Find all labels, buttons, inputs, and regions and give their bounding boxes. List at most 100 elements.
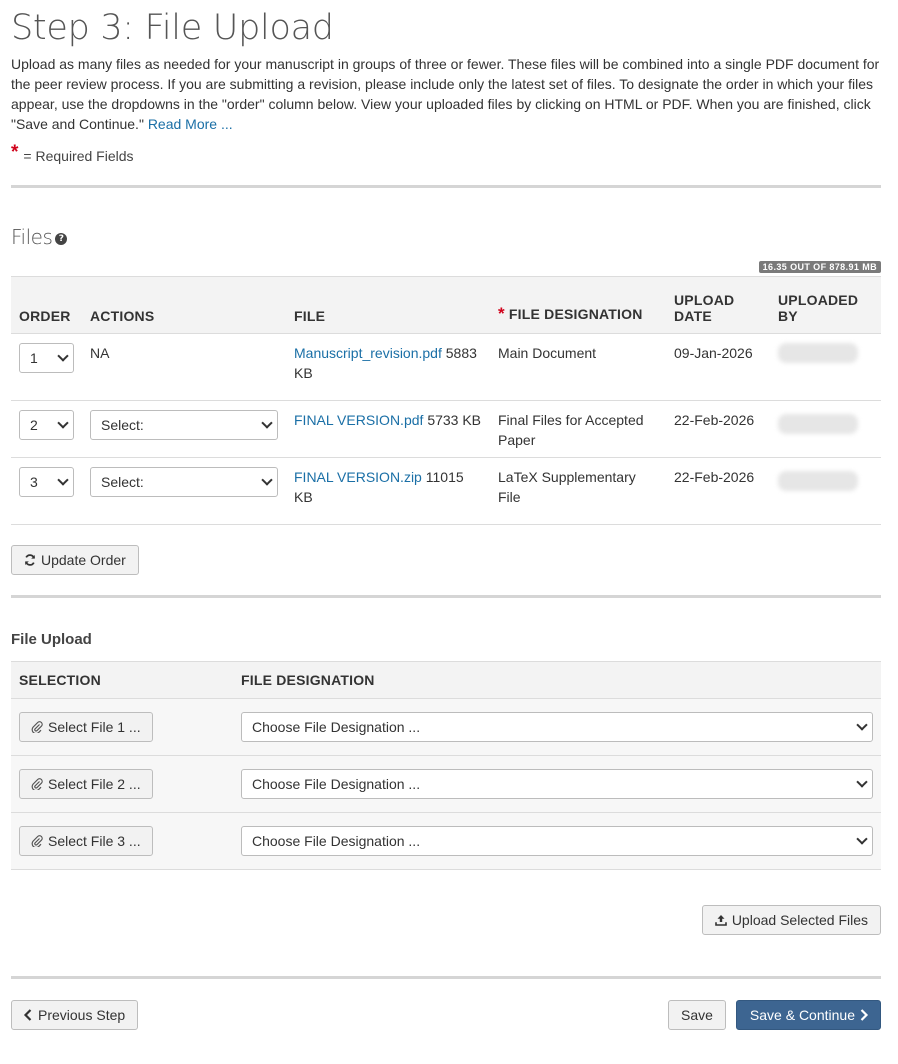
select-file-3-button[interactable]: Select File 3 ... xyxy=(19,826,153,856)
order-value: 2 xyxy=(30,417,38,433)
paperclip-icon xyxy=(31,778,43,790)
order-select[interactable]: 1 xyxy=(19,343,74,373)
step-navigation: Previous Step Save Save & Continue xyxy=(11,1000,881,1030)
divider xyxy=(11,185,881,188)
redacted-user xyxy=(778,343,858,363)
file-upload-title: File Upload xyxy=(11,631,92,648)
upload-date-cell: 22-Feb-2026 xyxy=(666,400,770,458)
uploaded-by-cell xyxy=(770,457,881,525)
chevron-down-icon xyxy=(856,776,868,788)
file-size: 5733 KB xyxy=(427,412,482,428)
intro-text: Upload as many files as needed for your … xyxy=(11,54,883,134)
upload-row: Select File 1 ... Choose File Designatio… xyxy=(11,698,881,756)
designation-cell: Main Document xyxy=(490,333,666,401)
actions-value: Select: xyxy=(101,417,144,433)
previous-step-label: Previous Step xyxy=(38,1007,126,1023)
col-actions: ACTIONS xyxy=(82,276,286,334)
action-na: NA xyxy=(90,345,110,361)
uploaded-by-cell xyxy=(770,400,881,458)
col-uploaded-by: UPLOADED BY xyxy=(770,276,881,334)
order-select[interactable]: 3 xyxy=(19,467,74,497)
chevron-down-icon xyxy=(856,719,868,731)
designation-placeholder: Choose File Designation ... xyxy=(252,833,421,849)
chevron-down-icon xyxy=(57,350,69,362)
save-button[interactable]: Save xyxy=(668,1000,726,1030)
select-file-label: Select File 3 ... xyxy=(48,833,141,849)
chevron-down-icon xyxy=(856,833,868,845)
order-select[interactable]: 2 xyxy=(19,410,74,440)
designation-placeholder: Choose File Designation ... xyxy=(252,719,421,735)
upload-selected-files-button[interactable]: Upload Selected Files xyxy=(701,905,881,935)
file-link[interactable]: FINAL VERSION.zip xyxy=(294,469,422,485)
selection-cell: Select File 3 ... xyxy=(11,812,233,870)
file-link[interactable]: Manuscript_revision.pdf xyxy=(294,345,442,361)
save-buttons: Save Save & Continue xyxy=(668,1000,881,1030)
update-order-button[interactable]: Update Order xyxy=(11,545,139,575)
upload-icon xyxy=(715,915,727,926)
file-cell: Manuscript_revision.pdf 5883 KB xyxy=(286,333,490,401)
order-cell: 2 xyxy=(11,400,82,458)
select-file-1-button[interactable]: Select File 1 ... xyxy=(19,712,153,742)
required-fields-label: = Required Fields xyxy=(23,148,134,164)
table-row: 3 Select: FINAL VERSION.zip 11015 KB LaT… xyxy=(11,457,881,525)
col-order: ORDER xyxy=(11,276,82,334)
file-cell: FINAL VERSION.pdf 5733 KB xyxy=(286,400,490,458)
table-row: 2 Select: FINAL VERSION.pdf 5733 KB Fina… xyxy=(11,400,881,458)
file-designation-select[interactable]: Choose File Designation ... xyxy=(241,769,873,799)
file-upload-page: Step 3: File Upload Upload as many files… xyxy=(0,0,898,1030)
upload-row: Select File 2 ... Choose File Designatio… xyxy=(11,755,881,813)
actions-cell: Select: xyxy=(82,400,286,458)
read-more-link[interactable]: Read More ... xyxy=(148,116,233,132)
divider xyxy=(11,595,881,598)
actions-cell: NA xyxy=(82,333,286,401)
chevron-right-icon xyxy=(860,1009,869,1021)
chevron-down-icon xyxy=(57,474,69,486)
previous-step-button[interactable]: Previous Step xyxy=(11,1000,139,1030)
order-cell: 1 xyxy=(11,333,82,401)
page-title: Step 3: File Upload xyxy=(11,8,334,48)
divider xyxy=(11,976,881,979)
chevron-left-icon xyxy=(23,1009,32,1021)
save-continue-label: Save & Continue xyxy=(749,1007,855,1023)
quota-row: 16.35 OUT OF 878.91 MB xyxy=(11,261,881,273)
redacted-user xyxy=(778,471,858,491)
actions-value: Select: xyxy=(101,474,144,490)
col-selection: SELECTION xyxy=(11,661,233,699)
selection-cell: Select File 2 ... xyxy=(11,755,233,813)
chevron-down-icon xyxy=(57,417,69,429)
upload-table: SELECTION FILE DESIGNATION Select File 1… xyxy=(11,661,881,870)
actions-select[interactable]: Select: xyxy=(90,410,278,440)
update-order-row: Update Order xyxy=(11,545,881,575)
chevron-down-icon xyxy=(261,474,273,486)
designation-cell: Choose File Designation ... xyxy=(233,755,881,813)
col-file-designation-label: FILE DESIGNATION xyxy=(508,306,643,322)
refresh-icon xyxy=(25,554,35,566)
paperclip-icon xyxy=(31,721,43,733)
file-link[interactable]: FINAL VERSION.pdf xyxy=(294,412,423,428)
actions-select[interactable]: Select: xyxy=(90,467,278,497)
col-upload-date: UPLOAD DATE xyxy=(666,276,770,334)
designation-cell: Choose File Designation ... xyxy=(233,812,881,870)
designation-cell: LaTeX Supplementary File xyxy=(490,457,666,525)
files-table: ORDER ACTIONS FILE * FILE DESIGNATION UP… xyxy=(11,276,881,525)
save-continue-button[interactable]: Save & Continue xyxy=(735,1000,881,1030)
files-heading: Files ? xyxy=(11,224,881,250)
storage-quota-badge: 16.35 OUT OF 878.91 MB xyxy=(758,261,881,273)
file-designation-select[interactable]: Choose File Designation ... xyxy=(241,712,873,742)
designation-cell: Final Files for Accepted Paper xyxy=(490,400,666,458)
upload-selected-files-label: Upload Selected Files xyxy=(731,912,868,928)
select-file-label: Select File 2 ... xyxy=(48,776,141,792)
designation-cell: Choose File Designation ... xyxy=(233,698,881,756)
order-value: 1 xyxy=(30,350,38,366)
upload-date-cell: 22-Feb-2026 xyxy=(666,457,770,525)
upload-date-cell: 09-Jan-2026 xyxy=(666,333,770,401)
select-file-2-button[interactable]: Select File 2 ... xyxy=(19,769,153,799)
help-icon[interactable]: ? xyxy=(55,233,68,245)
required-star: * xyxy=(11,142,19,163)
designation-placeholder: Choose File Designation ... xyxy=(252,776,421,792)
required-fields-note: * = Required Fields xyxy=(11,142,881,166)
selection-cell: Select File 1 ... xyxy=(11,698,233,756)
file-designation-select[interactable]: Choose File Designation ... xyxy=(241,826,873,856)
intro-body: Upload as many files as needed for your … xyxy=(11,56,880,132)
select-file-label: Select File 1 ... xyxy=(48,719,141,735)
